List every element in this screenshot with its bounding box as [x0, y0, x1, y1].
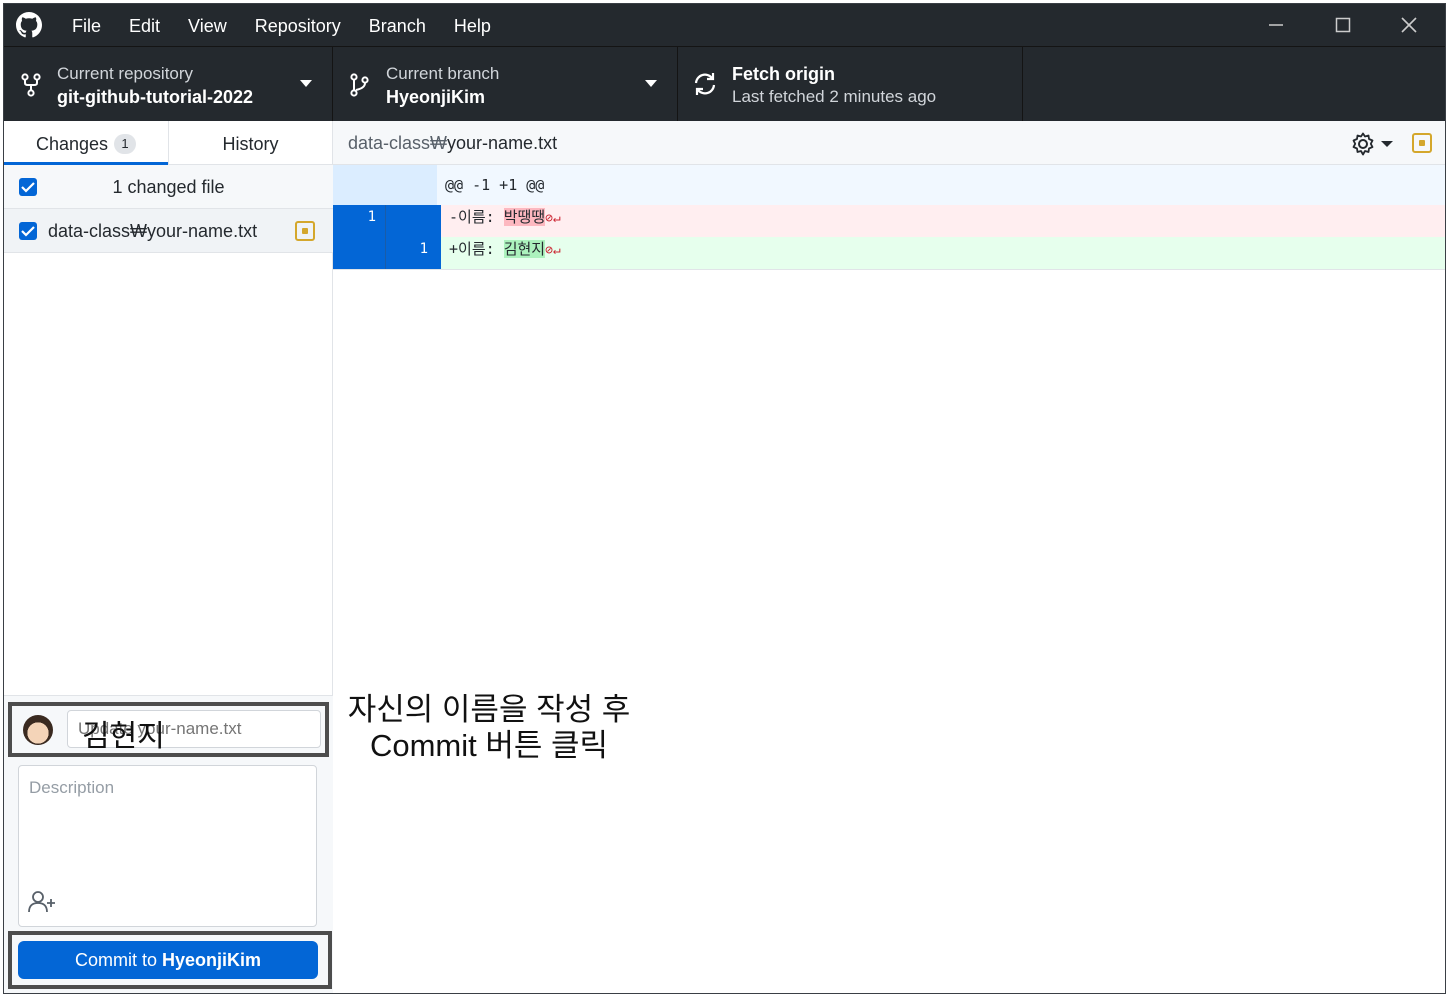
deleted-line-gutter[interactable]: 1	[333, 205, 437, 237]
diff-path-dir: data-class₩	[348, 133, 448, 153]
old-line-number: 1	[367, 209, 376, 225]
tab-history[interactable]: History	[168, 121, 332, 165]
instruction-annotation: 자신의 이름을 작성 후 Commit 버튼 클릭	[344, 692, 634, 764]
menu-file[interactable]: File	[58, 4, 115, 46]
description-placeholder: Description	[29, 778, 115, 797]
branch-name: HyeonjiKim	[386, 87, 486, 107]
file-include-checkbox[interactable]	[19, 222, 37, 240]
github-desktop-window: File Edit View Repository Branch Help Cu…	[3, 3, 1446, 994]
diff-settings-gear-icon[interactable]	[1351, 132, 1397, 156]
changed-file-count: 1 changed file	[112, 177, 225, 197]
current-repository-button[interactable]: Current repository git-github-tutorial-2…	[4, 47, 333, 122]
menu-bar: File Edit View Repository Branch Help	[58, 4, 505, 46]
changed-file-name: data-class₩your-name.txt	[48, 221, 258, 241]
diff-file-path: data-class₩your-name.txt	[348, 133, 557, 154]
diff-header: data-class₩your-name.txt	[333, 121, 1445, 165]
menu-help[interactable]: Help	[440, 4, 505, 46]
menu-view[interactable]: View	[174, 4, 241, 46]
tab-changes-label: Changes	[35, 134, 109, 154]
branch-icon	[350, 73, 369, 97]
title-bar: File Edit View Repository Branch Help	[4, 4, 1445, 46]
diff-line-added[interactable]: 1 +이름: 김현지⊘↵	[333, 237, 1445, 269]
commit-button[interactable]: Commit to HyeonjiKim	[18, 941, 318, 979]
branch-dropdown-caret-icon	[645, 80, 657, 87]
sidebar-tabs: Changes 1 History	[4, 121, 333, 165]
avatar	[23, 715, 53, 745]
repo-fork-icon	[21, 73, 41, 97]
commit-form: 김현지 Description Commit to HyeonjiKim	[4, 695, 333, 993]
sync-icon	[694, 73, 716, 95]
diff-hunk-header: @@ -1 +1 @@	[333, 165, 1445, 205]
toolbar: Current repository git-github-tutorial-2…	[4, 46, 1445, 122]
no-newline-icon: ⊘↵	[545, 243, 561, 258]
deleted-line-prefix: -이름:	[449, 208, 504, 226]
check-icon	[21, 226, 35, 237]
diff-modified-icon	[1412, 133, 1432, 153]
added-line-prefix: +이름:	[449, 240, 504, 258]
deleted-word: 박땡땡	[503, 208, 546, 226]
new-line-number	[385, 205, 437, 237]
commit-button-branch: HyeonjiKim	[161, 950, 262, 970]
hunk-gutter	[333, 165, 437, 205]
fetch-origin-button[interactable]: Fetch origin Last fetched 2 minutes ago	[678, 47, 1023, 122]
file-modified-icon	[295, 221, 315, 241]
commit-description-field[interactable]: Description	[18, 765, 317, 927]
diff-line-deleted[interactable]: 1 -이름: 박땡땡⊘↵	[333, 205, 1445, 237]
maximize-button[interactable]	[1313, 10, 1373, 40]
added-word: 김현지	[503, 240, 546, 258]
tab-history-label: History	[222, 134, 279, 154]
tab-changes[interactable]: Changes 1	[4, 121, 168, 165]
github-logo-icon	[16, 12, 42, 38]
added-line-gutter[interactable]: 1	[333, 237, 437, 269]
new-line-number: 1	[385, 237, 437, 269]
commit-summary-input[interactable]	[67, 710, 321, 748]
add-coauthor-icon[interactable]	[28, 890, 56, 914]
changed-file-row[interactable]: data-class₩your-name.txt	[4, 209, 333, 253]
repo-label: Current repository	[57, 64, 194, 83]
hunk-text: @@ -1 +1 @@	[445, 176, 545, 194]
changes-header: 1 changed file	[4, 165, 333, 209]
menu-edit[interactable]: Edit	[115, 4, 174, 46]
deleted-line-code: -이름: 박땡땡⊘↵	[437, 205, 1445, 237]
branch-label: Current branch	[386, 64, 500, 83]
annotation-line-2: Commit 버튼 클릭	[369, 728, 609, 763]
no-newline-icon: ⊘↵	[545, 211, 561, 226]
menu-branch[interactable]: Branch	[355, 4, 440, 46]
added-line-code: +이름: 김현지⊘↵	[437, 237, 1445, 269]
commit-highlight-box: Commit to HyeonjiKim	[8, 931, 332, 989]
diff-end-divider	[333, 269, 1445, 270]
maximize-icon	[1335, 17, 1351, 33]
diff-view: @@ -1 +1 @@ 1 -이름: 박땡땡⊘↵ 1 +이름: 김현지⊘↵	[333, 165, 1445, 270]
fetch-status: Last fetched 2 minutes ago	[732, 87, 937, 106]
menu-repository[interactable]: Repository	[241, 4, 355, 46]
minimize-icon	[1269, 24, 1283, 26]
changes-count-badge: 1	[114, 134, 137, 154]
repo-dropdown-caret-icon	[300, 80, 312, 87]
close-button[interactable]	[1379, 10, 1439, 40]
minimize-button[interactable]	[1246, 10, 1306, 40]
diff-path-file: your-name.txt	[447, 133, 558, 153]
old-line-number	[333, 237, 385, 269]
annotation-line-1: 자신의 이름을 작성 후	[347, 692, 631, 727]
fetch-title: Fetch origin	[732, 64, 835, 84]
current-branch-button[interactable]: Current branch HyeonjiKim	[333, 47, 678, 122]
close-icon	[1401, 17, 1417, 33]
repo-name: git-github-tutorial-2022	[57, 87, 253, 107]
summary-highlight-box: 김현지	[8, 702, 329, 757]
sidebar: Changes 1 History 1 changed file data-cla…	[4, 121, 333, 993]
commit-button-prefix: Commit to	[74, 950, 162, 970]
